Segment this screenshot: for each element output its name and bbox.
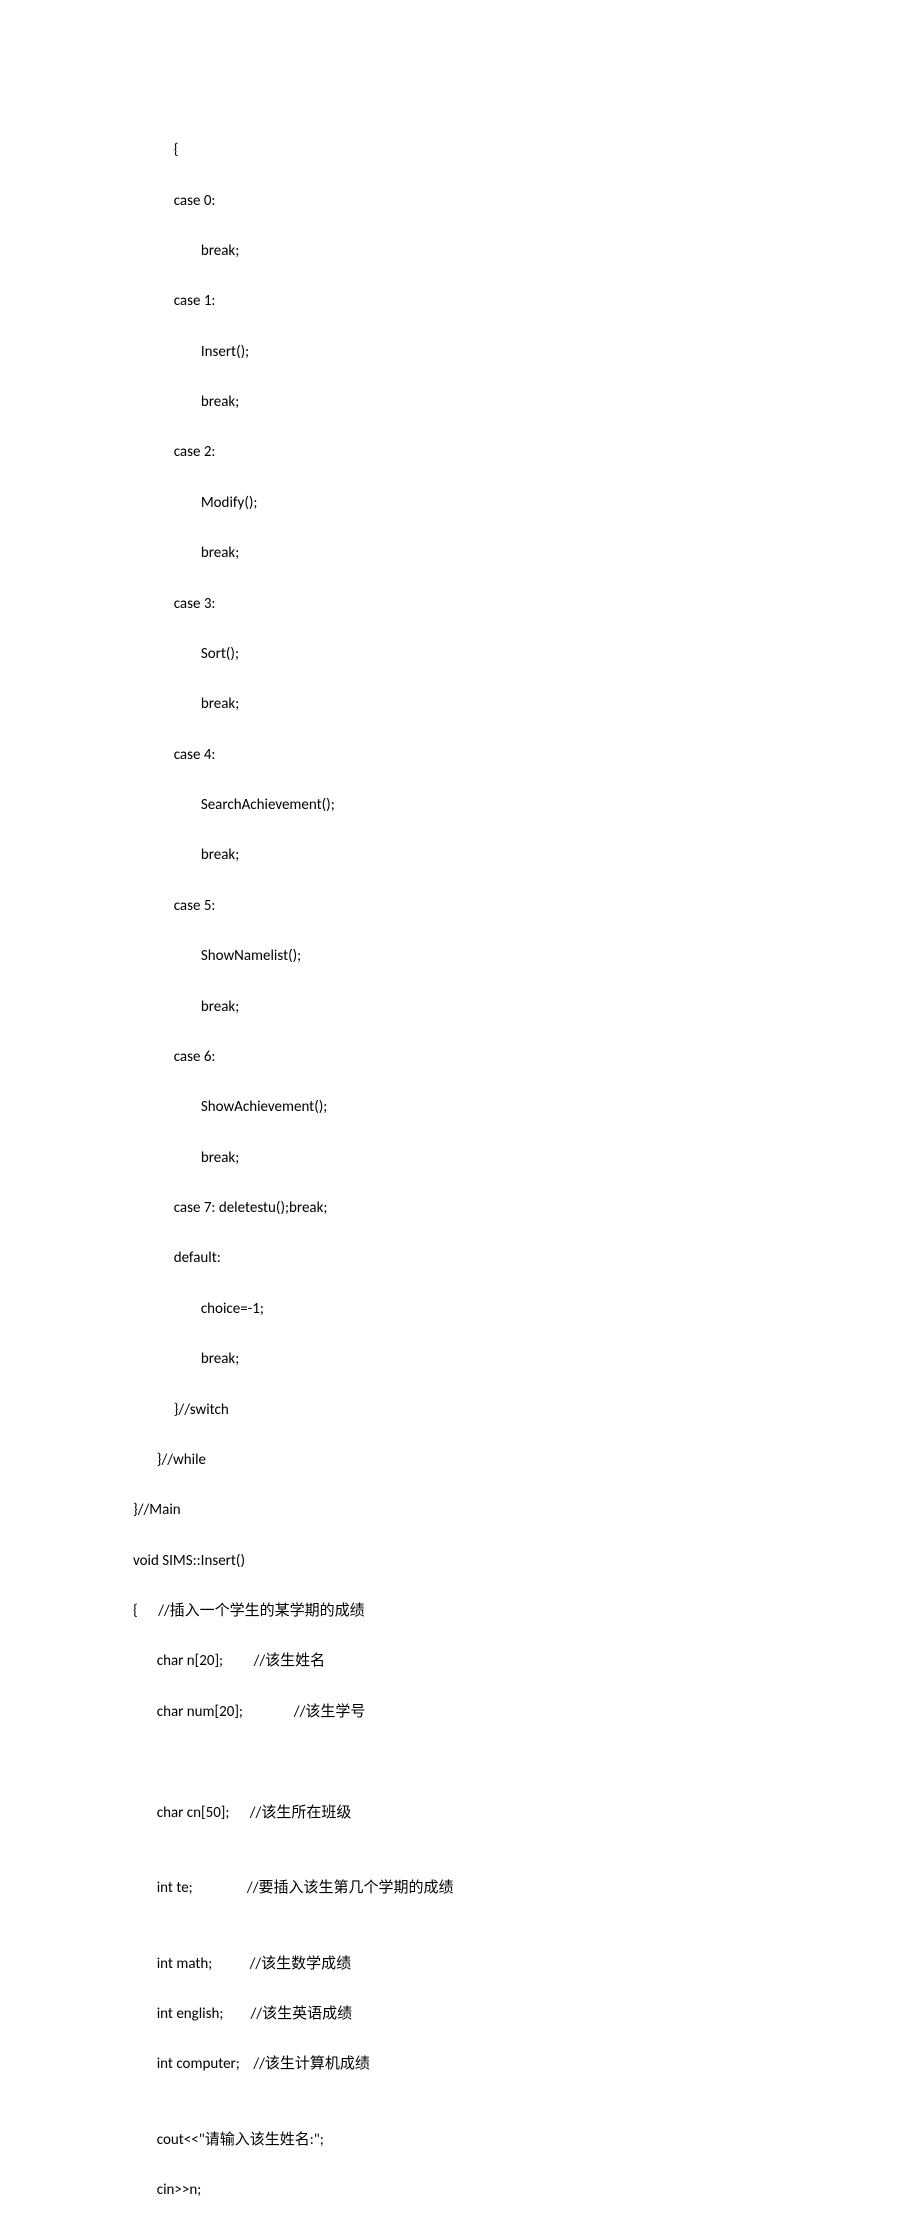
code-line: cin>>n; — [133, 2178, 920, 2203]
code-line: Sort(); — [133, 642, 920, 667]
code-line: char num[20]; //该生学号 — [133, 1700, 920, 1725]
code-line: cout<<"请输入该生姓名:"; — [133, 2128, 920, 2153]
code-line: choice=-1; — [133, 1297, 920, 1322]
code-line: case 0: — [133, 189, 920, 214]
code-line: break; — [133, 692, 920, 717]
code-line: case 5: — [133, 894, 920, 919]
code-line: break; — [133, 390, 920, 415]
code-line: break; — [133, 1146, 920, 1171]
code-line: case 7: deletestu();break; — [133, 1196, 920, 1221]
code-line: }//Main — [133, 1498, 920, 1523]
code-line: char cn[50]; //该生所在班级 — [133, 1801, 920, 1826]
code-line: { //插入一个学生的某学期的成绩 — [133, 1599, 920, 1624]
code-line: case 1: — [133, 289, 920, 314]
code-line: int english; //该生英语成绩 — [133, 2002, 920, 2027]
code-line: default: — [133, 1246, 920, 1271]
code-line: Modify(); — [133, 491, 920, 516]
code-line: int math; //该生数学成绩 — [133, 1952, 920, 1977]
code-line: case 2: — [133, 440, 920, 465]
code-page: { case 0: break; case 1: Insert(); break… — [0, 0, 920, 2229]
code-line: { — [133, 138, 920, 163]
code-line: case 3: — [133, 592, 920, 617]
code-line: break; — [133, 843, 920, 868]
code-line: void SIMS::Insert() — [133, 1549, 920, 1574]
code-line: break; — [133, 1347, 920, 1372]
code-line: }//while — [133, 1448, 920, 1473]
code-line: break; — [133, 239, 920, 264]
code-line: ShowNamelist(); — [133, 944, 920, 969]
code-line: ShowAchievement(); — [133, 1095, 920, 1120]
code-line: case 4: — [133, 743, 920, 768]
code-line: int computer; //该生计算机成绩 — [133, 2052, 920, 2077]
code-line: }//switch — [133, 1398, 920, 1423]
code-line: break; — [133, 541, 920, 566]
code-line: Insert(); — [133, 340, 920, 365]
code-line: break; — [133, 995, 920, 1020]
code-line: SearchAchievement(); — [133, 793, 920, 818]
code-line: int te; //要插入该生第几个学期的成绩 — [133, 1876, 920, 1901]
code-line: case 6: — [133, 1045, 920, 1070]
code-line: char n[20]; //该生姓名 — [133, 1649, 920, 1674]
